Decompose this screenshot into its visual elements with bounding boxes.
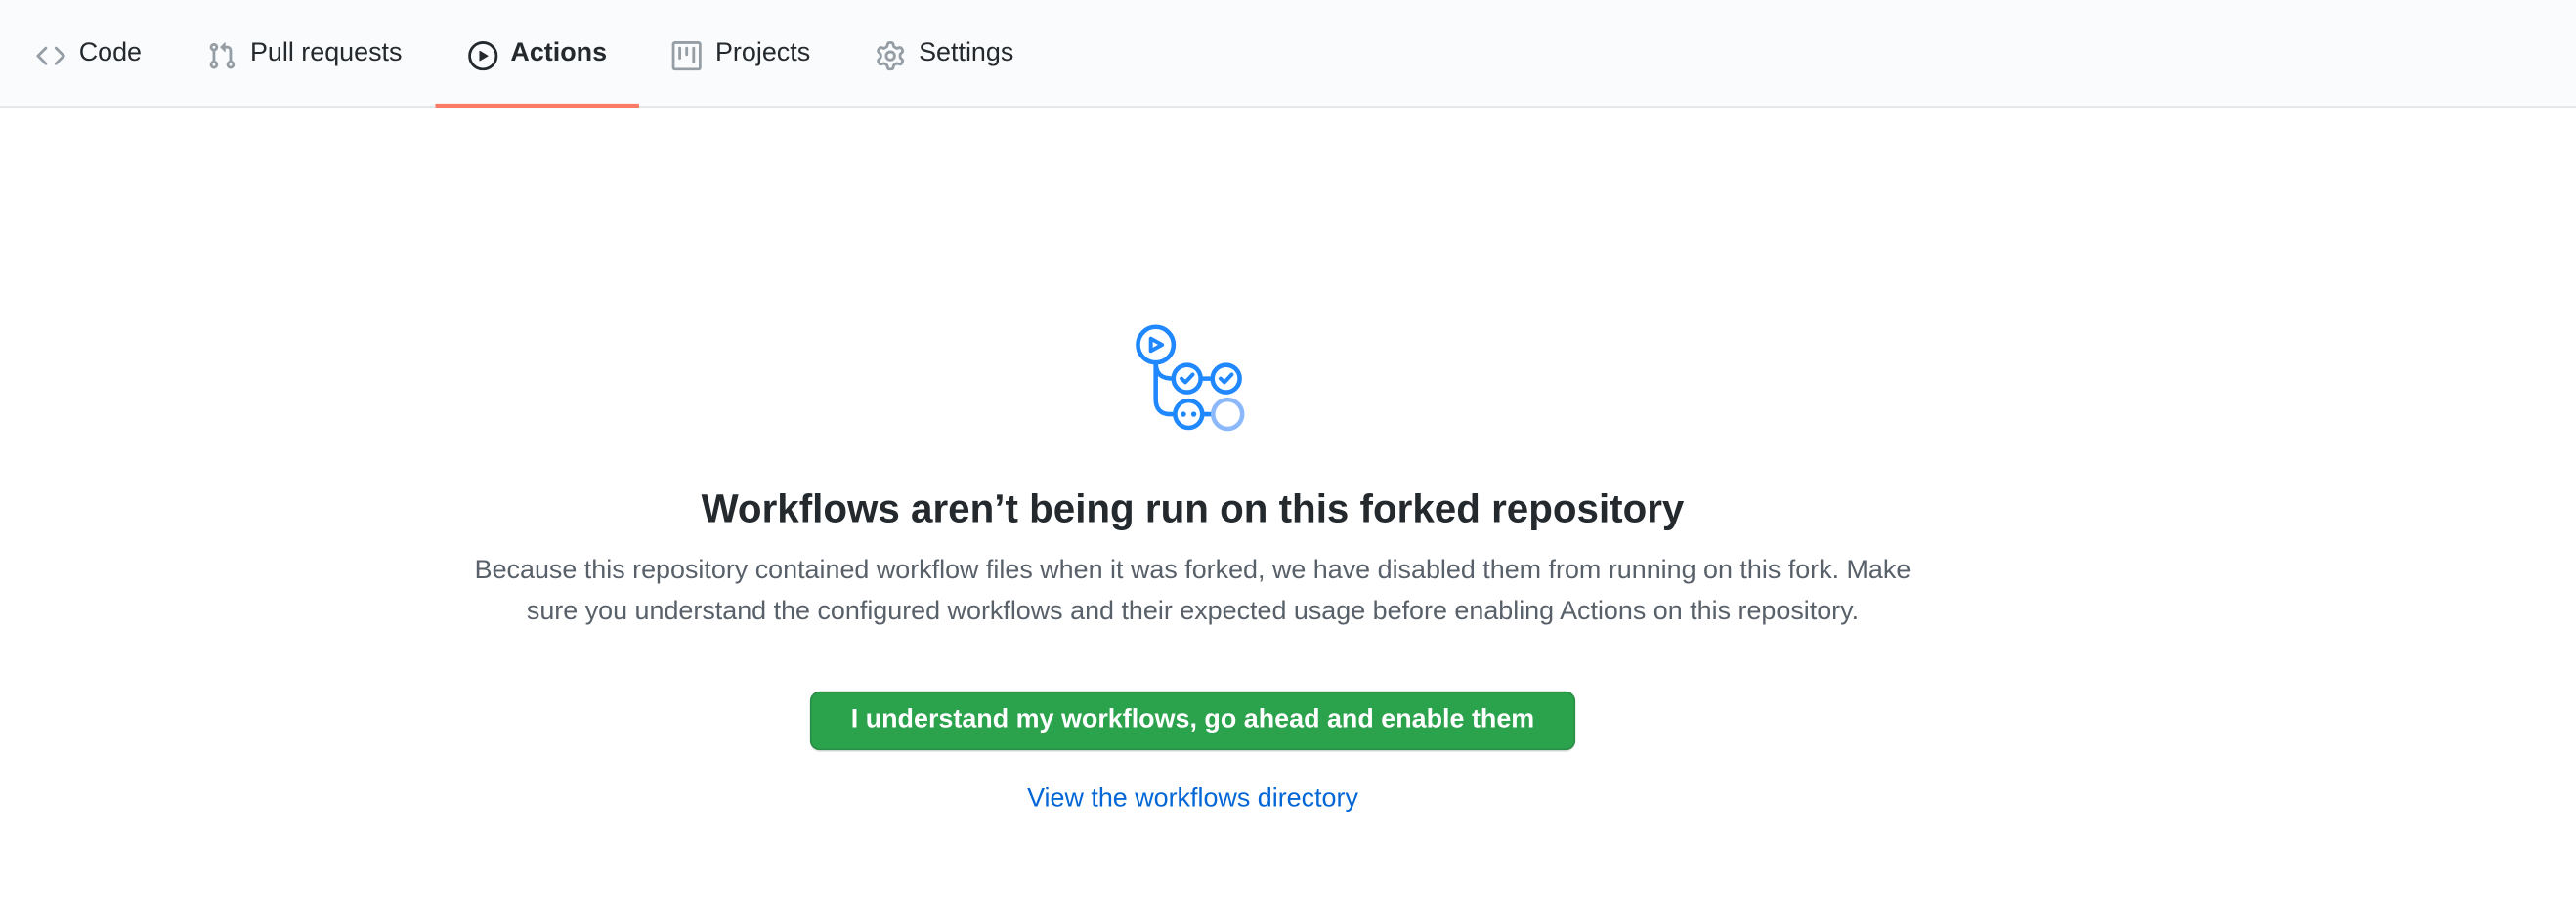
description-line-2: sure you understand the configured workf… — [338, 591, 2046, 632]
tab-settings-label: Settings — [919, 41, 1013, 67]
tab-code[interactable]: Code — [3, 2, 174, 107]
description-line-1: Because this repository contained workfl… — [338, 550, 2046, 591]
repo-tab-nav: Code Pull requests Actions Projects Sett — [0, 0, 2576, 108]
tab-pull-requests[interactable]: Pull requests — [175, 2, 435, 107]
tab-projects-label: Projects — [715, 41, 810, 67]
tab-actions-label: Actions — [510, 41, 607, 67]
gear-icon — [876, 40, 905, 69]
play-circle-icon — [468, 40, 497, 69]
code-icon — [36, 40, 65, 69]
git-pull-request-icon — [207, 40, 236, 69]
blank-state-title: Workflows aren’t being run on this forke… — [338, 486, 2046, 535]
enable-workflows-button[interactable]: I understand my workflows, go ahead and … — [810, 692, 1576, 751]
tab-projects[interactable]: Projects — [640, 2, 843, 107]
actions-blank-page: Code Pull requests Actions Projects Sett — [0, 0, 2576, 923]
actions-workflow-icon — [1127, 314, 1258, 440]
view-workflows-directory-link[interactable]: View the workflows directory — [338, 785, 2046, 815]
tab-settings[interactable]: Settings — [843, 2, 1047, 107]
tab-pull-requests-label: Pull requests — [250, 41, 403, 67]
tab-code-label: Code — [79, 41, 142, 67]
actions-blank-state: Workflows aren’t being run on this forke… — [338, 108, 2046, 815]
blank-state-description: Because this repository contained workfl… — [338, 550, 2046, 632]
tab-actions[interactable]: Actions — [435, 2, 640, 107]
project-icon — [672, 40, 702, 69]
